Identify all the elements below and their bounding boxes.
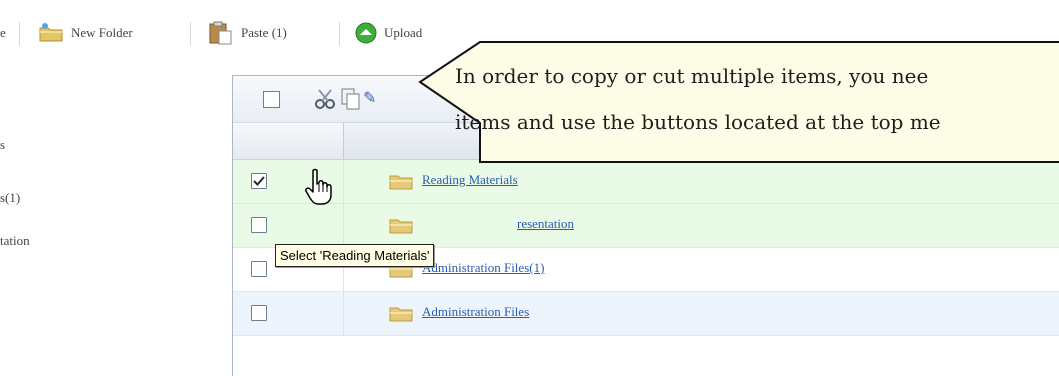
callout-text-line1: In order to copy or cut multiple items, … bbox=[455, 64, 929, 88]
row-name-link[interactable]: Administration Files(1) bbox=[422, 260, 544, 276]
upload-icon bbox=[355, 22, 377, 44]
row-checkbox[interactable] bbox=[251, 217, 267, 233]
tree-item[interactable]: s bbox=[0, 137, 5, 153]
upload-label: Upload bbox=[384, 25, 423, 40]
table-row[interactable]: resentation bbox=[233, 204, 1059, 248]
table-row[interactable]: Administration Files bbox=[233, 292, 1059, 336]
scissors-icon[interactable] bbox=[313, 87, 337, 111]
folder-icon bbox=[389, 307, 413, 322]
copy-icon[interactable] bbox=[340, 87, 362, 111]
partial-icon[interactable]: ✎ bbox=[363, 88, 376, 108]
callout-text-line2: items and use the buttons located at the… bbox=[455, 110, 941, 134]
tree-item[interactable]: tation bbox=[0, 233, 30, 249]
paste-button[interactable]: Paste (1) bbox=[207, 21, 287, 45]
upload-button[interactable]: Upload bbox=[354, 22, 422, 44]
hand-cursor-icon bbox=[305, 168, 332, 205]
toolbar-divider bbox=[339, 22, 340, 46]
column-header-select bbox=[233, 123, 344, 159]
toolbar-divider bbox=[190, 22, 191, 46]
tree-item[interactable]: s(1) bbox=[0, 190, 20, 206]
toolbar-divider bbox=[19, 22, 20, 46]
paste-label: Paste (1) bbox=[241, 25, 287, 40]
table-row[interactable]: Reading Materials bbox=[233, 160, 1059, 204]
row-name-link[interactable]: Administration Files bbox=[422, 304, 529, 320]
column-separator bbox=[343, 160, 344, 203]
checkbox-tooltip: Select 'Reading Materials' bbox=[275, 244, 435, 267]
row-name-link[interactable]: resentation bbox=[517, 216, 574, 232]
column-separator bbox=[343, 292, 344, 335]
select-all-checkbox[interactable] bbox=[263, 91, 280, 108]
folder-tree: s s(1) tation bbox=[0, 75, 232, 375]
row-name-link[interactable]: Reading Materials bbox=[422, 172, 518, 188]
clipboard-icon bbox=[209, 21, 232, 45]
folder-plus-icon bbox=[39, 23, 63, 42]
toolbar-cutoff-label[interactable]: e bbox=[0, 22, 6, 44]
new-folder-button[interactable]: New Folder bbox=[37, 22, 133, 44]
folder-icon bbox=[389, 219, 413, 234]
row-checkbox[interactable] bbox=[251, 173, 267, 189]
checkmark-icon bbox=[253, 176, 265, 186]
folder-icon bbox=[389, 175, 413, 190]
row-checkbox[interactable] bbox=[251, 261, 267, 277]
row-checkbox[interactable] bbox=[251, 305, 267, 321]
column-separator bbox=[343, 204, 344, 247]
new-folder-label: New Folder bbox=[71, 25, 133, 40]
